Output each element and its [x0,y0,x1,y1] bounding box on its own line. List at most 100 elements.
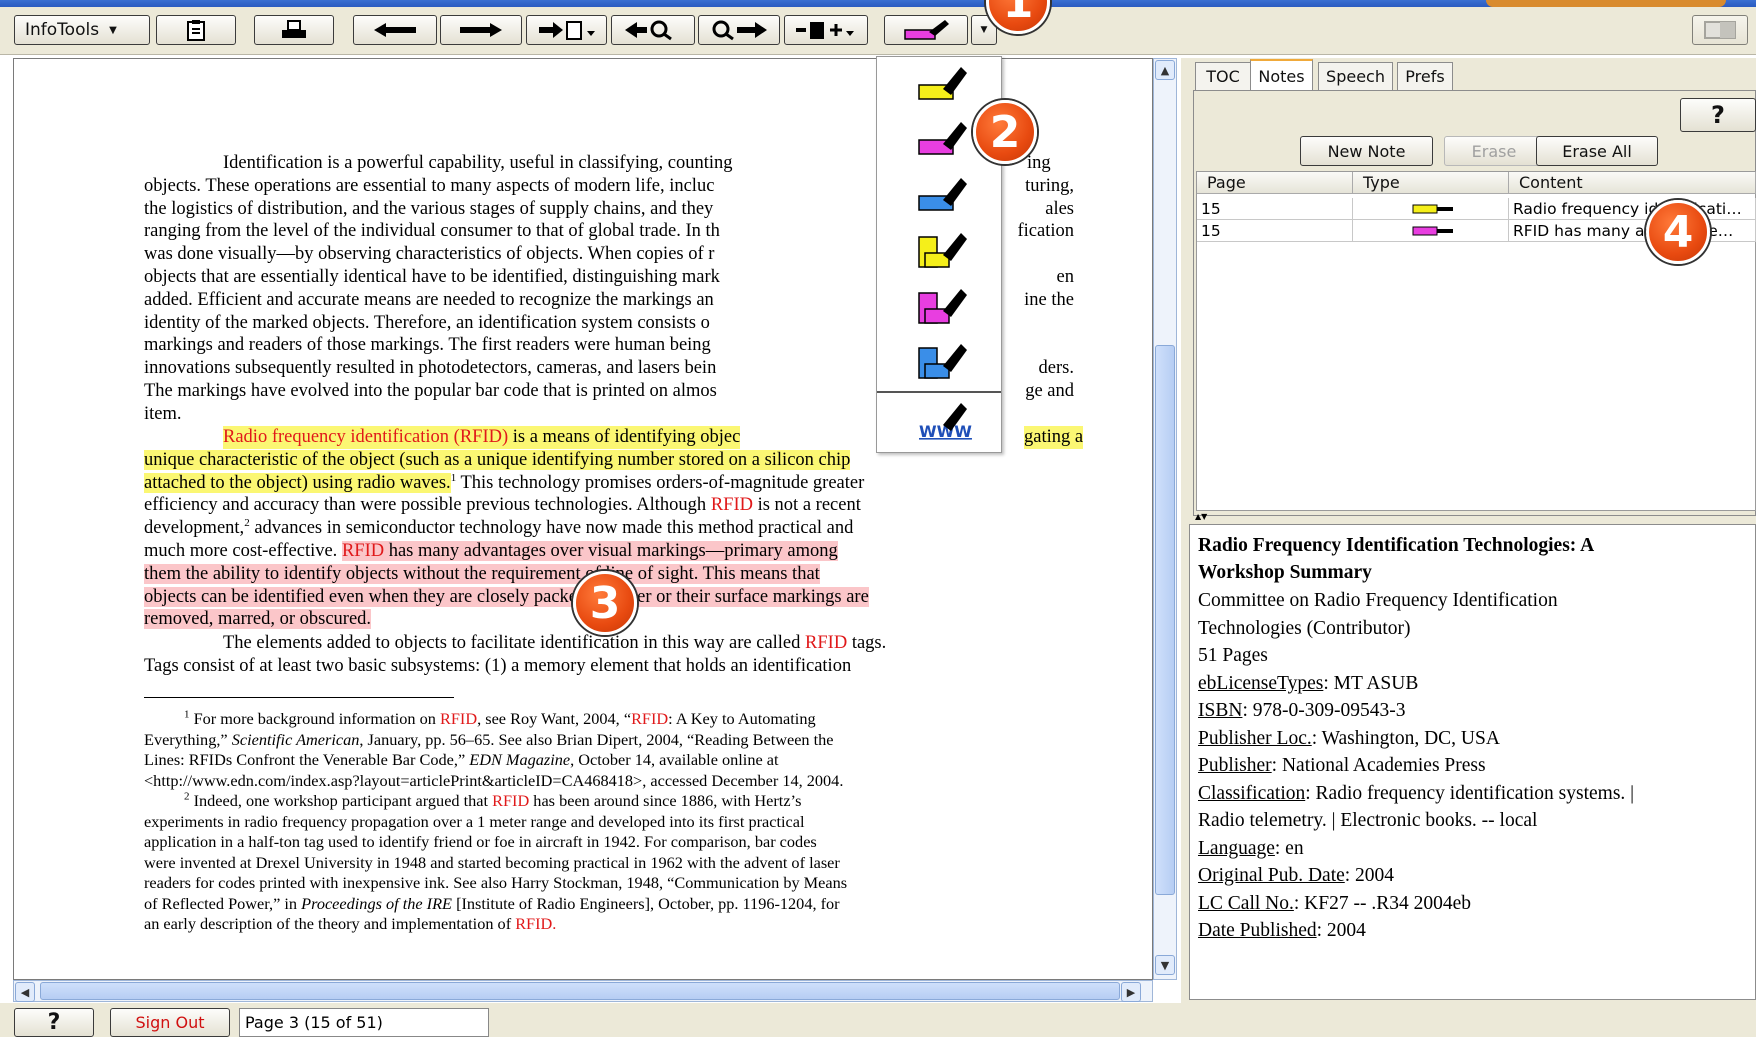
rfid-term: RFID [492,791,530,810]
highlighted-note-yellow[interactable]: attached to the object) using radio wave… [144,472,451,493]
erase-button[interactable]: Erase [1444,136,1544,166]
paragraph-line: much more cost-effective. [144,540,342,561]
tab-speech[interactable]: Speech [1318,62,1393,90]
footnote-2-lines: experiments in radio frequency propagati… [144,812,1074,894]
rfid-term: Radio frequency identification (RFID) [223,427,509,447]
forward-button[interactable] [440,15,522,45]
highlighted-note-pink[interactable]: has many advantages over visual markings… [384,541,838,561]
search-back-icon [625,20,672,41]
language-label[interactable]: Language [1198,838,1275,859]
classification-label[interactable]: Classification [1198,783,1305,804]
paragraph-line: objects that are essentially identical h… [144,266,720,287]
infotools-label: InfoTools [25,20,100,40]
note-type-cell [1353,198,1509,220]
paragraph-line: was done visually—by observing character… [144,244,715,265]
paragraph-line: The markings have evolved into the popul… [144,380,717,401]
horizontal-scroll-thumb[interactable] [40,982,1120,1000]
footnote-line: Proceedings of the IRE [301,893,452,913]
help-button[interactable]: ? [14,1008,94,1037]
note-yellow-option[interactable] [905,227,975,275]
publisher-location-value: : Washington, DC, USA [1311,728,1500,749]
license-label[interactable]: ebLicenseTypes [1198,673,1323,694]
search-back-button[interactable] [611,15,695,45]
tab-prefs[interactable]: Prefs [1397,62,1453,90]
book-pages: 51 Pages [1198,645,1268,666]
paragraph-line: item. [144,403,182,424]
highlighted-note-pink[interactable]: objects can be identified even when they… [144,586,869,607]
isbn-label[interactable]: ISBN [1198,700,1242,721]
highlighter-magenta-icon [904,20,949,40]
splitter-arrows-icon: ▲▼ [1195,512,1208,521]
paragraph-line: ing [1027,153,1051,173]
add-bookmark-button[interactable] [784,15,868,45]
sign-out-button[interactable]: Sign Out [110,1008,230,1037]
footnote-line: readers for codes printed with inexpensi… [144,873,848,892]
lc-call-label[interactable]: LC Call No. [1198,893,1294,914]
rfid-term: RFID [515,914,553,933]
paragraph-line-end: ine the [1024,289,1074,310]
highlighter-button[interactable] [884,15,968,45]
footnote-line: , October 14, available online at [570,750,779,769]
tab-notes[interactable]: Notes [1250,59,1313,91]
language-field: Language: en [1198,838,1304,860]
license-field: ebLicenseTypes: MT ASUB [1198,673,1418,695]
column-header-content[interactable]: Content [1509,172,1756,194]
footnote-line: application in a half-ton tag used to id… [144,832,817,851]
footnote-line: Indeed, one workshop participant argued … [189,791,493,810]
note-magenta-option[interactable] [905,283,975,331]
column-header-page[interactable]: Page [1197,172,1353,194]
arrow-right-icon [460,23,502,37]
footnote-line: [Institute of Radio Engineers], October,… [452,893,840,913]
original-pub-date-label[interactable]: Original Pub. Date [1198,865,1345,886]
www-link-icon: WWW [919,403,972,441]
web-link-option[interactable]: WWW [905,397,975,445]
note-content-cell: RFID has many advantage… [1509,220,1756,242]
highlighted-note-pink[interactable]: them the ability to identify objects wit… [144,563,820,584]
highlighted-note-pink[interactable]: removed, marred, or obscured. [144,609,372,630]
paragraph-line: This technology promises orders-of-magni… [456,472,865,493]
scroll-right-button[interactable]: ▶ [1121,982,1141,1002]
panel-toggle-button[interactable] [1692,15,1748,45]
new-note-button[interactable]: New Note [1300,136,1433,166]
scroll-up-button[interactable]: ▲ [1155,60,1175,80]
date-published-label[interactable]: Date Published [1198,920,1317,941]
chevron-left-icon: ◀ [20,985,30,999]
tab-toc[interactable]: TOC [1195,62,1251,90]
highlighter-yellow-option[interactable] [905,61,975,109]
classification-value-cont: Radio telemetry. | Electronic books. -- … [1198,810,1538,831]
note-blue-option[interactable] [905,338,975,386]
callout-badge: 2 [973,100,1037,164]
paragraph-line-end: ales [1045,198,1074,219]
panel-splitter[interactable] [1181,58,1189,1003]
footnote-line: Lines: RFIDs Confront the Venerable Bar … [144,750,470,769]
paragraph-line: development, [144,518,245,539]
scroll-left-button[interactable]: ◀ [15,982,35,1002]
publisher-location-label[interactable]: Publisher Loc. [1198,728,1312,749]
infotools-menu-button[interactable]: InfoTools ▼ [14,15,150,45]
footnote-line: . [552,914,557,933]
highlighter-blue-option[interactable] [905,172,975,220]
paragraph-3: The elements added to objects to facilit… [144,632,1074,678]
highlighter-magenta-option[interactable] [905,116,975,164]
vertical-scroll-thumb[interactable] [1155,345,1175,895]
paragraph-line: the logistics of distribution, and the v… [144,198,714,219]
clipboard-button[interactable] [156,15,236,45]
paragraph-line: objects. These operations are essential … [144,175,715,196]
paragraph-line-end: turing, [1025,175,1074,196]
publisher-value: : National Academies Press [1271,755,1486,776]
column-header-type[interactable]: Type [1353,172,1509,194]
scroll-down-button[interactable]: ▼ [1155,955,1175,975]
language-value: : en [1274,838,1304,859]
footnote-line: EDN Magazine [469,750,571,769]
search-forward-button[interactable] [698,15,780,45]
go-to-page-button[interactable] [526,15,607,45]
classification-field: Classification: Radio frequency identifi… [1198,783,1634,805]
erase-all-button[interactable]: Erase All [1536,136,1658,166]
publisher-label[interactable]: Publisher [1198,755,1272,776]
back-button[interactable] [353,15,437,45]
search-forward-icon [712,20,767,41]
horizontal-splitter[interactable]: ▲▼ [1189,512,1756,524]
panel-icon [1704,21,1736,39]
notes-help-button[interactable]: ? [1680,98,1756,132]
print-button[interactable] [254,15,334,45]
